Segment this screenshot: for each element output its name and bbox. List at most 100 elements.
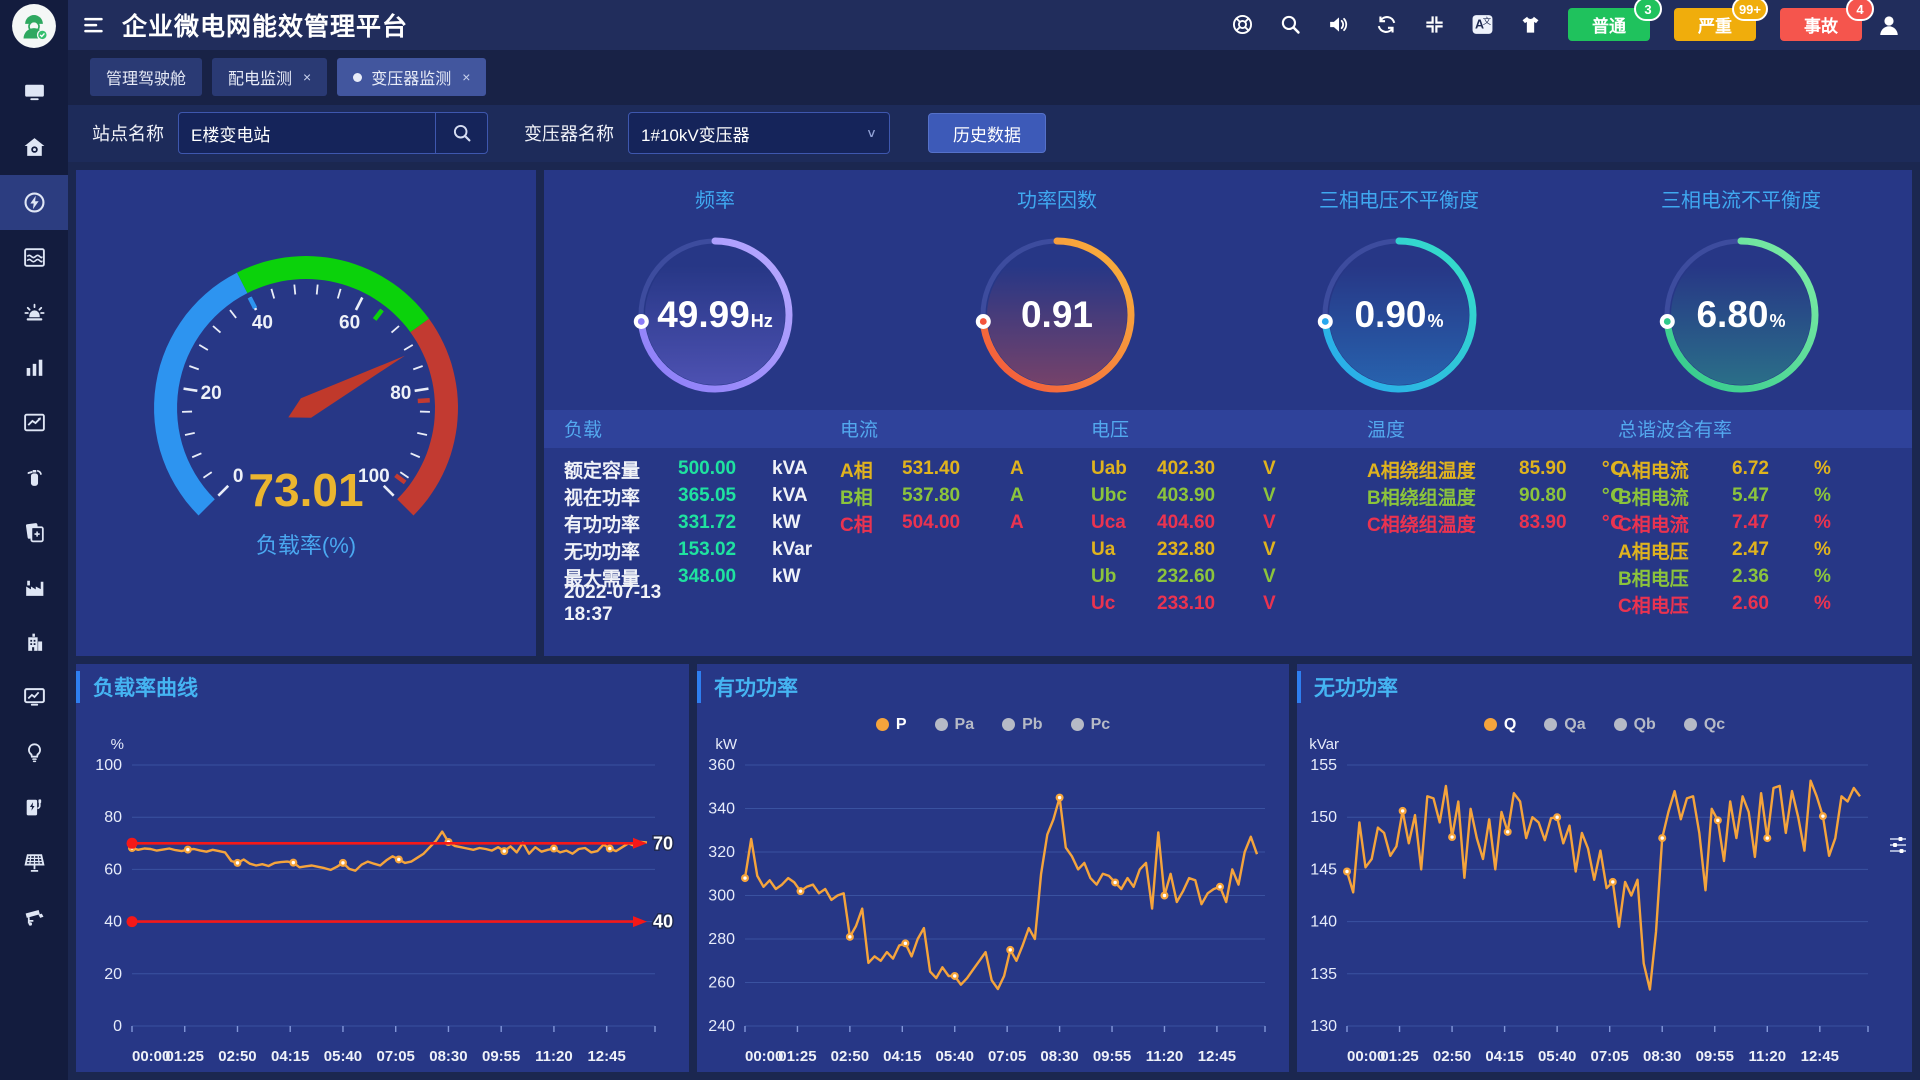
legend-item-Qc[interactable]: Qc [1684, 716, 1725, 734]
legend-item-Q[interactable]: Q [1484, 716, 1516, 734]
metrics-table-header: 负载电流电压温度总谐波含有率 [544, 410, 1912, 448]
tab-管理驾驶舱[interactable]: 管理驾驶舱 [90, 58, 202, 96]
search-icon[interactable] [1279, 13, 1302, 36]
sidebar-item-bulb[interactable] [0, 725, 68, 780]
sidebar-item-cctv-camera[interactable] [0, 890, 68, 945]
transformer-name-label: 变压器名称 [524, 120, 614, 146]
sidebar-item-solar-panel[interactable] [0, 835, 68, 890]
sidebar-item-building[interactable] [0, 615, 68, 670]
alarm-badge[interactable]: 严重99+ [1674, 8, 1756, 41]
column-header: 电流 [840, 415, 1091, 442]
x-axis-label: 11:20 [535, 1048, 573, 1065]
metric-unit: % [1814, 593, 1831, 615]
metric-value: 365.05 [678, 485, 756, 507]
x-axis-label: 11:20 [1146, 1048, 1184, 1065]
alarm-badge[interactable]: 事故4 [1780, 8, 1862, 41]
load-rate-curve-panel: 负载率曲线020406080100%00:0001:2502:5004:1505… [76, 664, 689, 1072]
tab-label: 配电监测 [228, 65, 292, 89]
metric-unit: kW [772, 566, 801, 588]
help-ring-icon[interactable] [1231, 13, 1254, 36]
metric-label: Ubc [1091, 485, 1143, 507]
metric-value: 232.80 [1157, 539, 1247, 561]
alarm-badge-count: 3 [1634, 0, 1662, 21]
app-logo[interactable] [11, 3, 57, 49]
y-axis-label: 0 [113, 1018, 122, 1035]
sidebar-item-trend-chart[interactable] [0, 395, 68, 450]
metric-unit: V [1263, 458, 1276, 480]
sidebar-item-bar-chart[interactable] [0, 340, 68, 395]
metric-value: 153.02 [678, 539, 756, 561]
x-axis-label: 01:25 [1380, 1048, 1418, 1065]
datazoom-slider-icon[interactable] [1888, 834, 1908, 856]
sidebar-item-monitor-dashboard[interactable] [0, 65, 68, 120]
series-line [132, 832, 647, 871]
speaker-icon[interactable] [1327, 13, 1350, 36]
header-tools: A文 [1231, 13, 1542, 36]
legend-label: Qb [1634, 716, 1656, 734]
search-button[interactable] [435, 113, 487, 153]
y-axis-label: 340 [708, 800, 735, 817]
line-chart: 240260280300320340360kW00:0001:2502:5004… [697, 710, 1289, 1071]
legend-dot [1684, 718, 1697, 731]
refresh-icon[interactable] [1375, 13, 1398, 36]
site-name-label: 站点名称 [92, 120, 164, 146]
screen-trend-icon [22, 685, 47, 710]
sidebar-item-hydro-chart[interactable] [0, 230, 68, 285]
legend-item-P[interactable]: P [876, 716, 907, 734]
translate-icon[interactable]: A文 [1471, 13, 1494, 36]
chart-legend: Q Qa Qb Qc [1297, 716, 1912, 734]
transformer-select[interactable]: 1#10kV变压器 ∨ [628, 112, 890, 154]
tab-变压器监测[interactable]: 变压器监测× [337, 58, 486, 96]
tab-close-icon[interactable]: × [462, 69, 470, 85]
legend-item-Pa[interactable]: Pa [935, 716, 975, 734]
theme-shirt-icon[interactable] [1519, 13, 1542, 36]
y-axis-label: 155 [1310, 757, 1337, 774]
chevron-down-icon: ∨ [866, 126, 877, 140]
sidebar-item-power-bolt[interactable] [0, 175, 68, 230]
metric-label: B相绕组温度 [1367, 483, 1505, 510]
sidebar-item-fire-extinguisher[interactable] [0, 450, 68, 505]
sidebar-item-report-search[interactable] [0, 505, 68, 560]
legend-item-Qa[interactable]: Qa [1544, 716, 1585, 734]
legend-label: Pb [1022, 716, 1042, 734]
x-axis-label: 04:15 [883, 1048, 921, 1065]
metric-value: 531.40 [902, 458, 994, 480]
x-axis-label: 05:40 [936, 1048, 974, 1065]
metric-row: Uab402.30V [1091, 456, 1367, 483]
active-power-panel: 有功功率PPaPbPc240260280300320340360kW00:000… [697, 664, 1289, 1072]
legend-item-Qb[interactable]: Qb [1614, 716, 1656, 734]
legend-label: Qa [1564, 716, 1585, 734]
site-search-input[interactable] [179, 113, 435, 153]
panel-accent-bar [697, 671, 701, 703]
sidebar-item-home-energy[interactable] [0, 120, 68, 175]
active-tab-dot [353, 73, 362, 82]
metric-row: C相绕组温度83.90℃ [1367, 510, 1618, 537]
metric-value: 504.00 [902, 512, 994, 534]
compress-icon[interactable] [1423, 13, 1446, 36]
filter-bar: 站点名称 变压器名称 1#10kV变压器 ∨ 历史数据 [68, 105, 1920, 162]
history-data-button[interactable]: 历史数据 [928, 113, 1046, 153]
sidebar-item-ev-charger[interactable] [0, 780, 68, 835]
bulb-icon [22, 740, 47, 765]
menu-toggle-icon[interactable] [82, 13, 106, 37]
legend-item-Pb[interactable]: Pb [1002, 716, 1042, 734]
tab-close-icon[interactable]: × [303, 69, 311, 85]
metric-unit: kVar [772, 539, 812, 561]
legend-item-Pc[interactable]: Pc [1071, 716, 1111, 734]
alarm-badge[interactable]: 普通3 [1568, 8, 1650, 41]
metric-label: B相 [840, 483, 888, 510]
svg-text:文: 文 [1483, 16, 1492, 26]
site-search-box [178, 112, 488, 154]
sidebar-item-alarm-siren[interactable] [0, 285, 68, 340]
user-icon[interactable] [1876, 12, 1902, 38]
metric-value: 403.90 [1157, 485, 1247, 507]
legend-label: Pa [955, 716, 975, 734]
x-axis-label: 02:50 [1433, 1048, 1471, 1065]
tab-配电监测[interactable]: 配电监测 × [212, 58, 327, 96]
ring-gauge-title: 频率 [544, 184, 886, 212]
x-axis-label: 05:40 [1538, 1048, 1576, 1065]
y-axis-label: 320 [708, 844, 735, 861]
metric-row: 视在功率365.05kVA [564, 483, 840, 510]
sidebar-item-factory[interactable] [0, 560, 68, 615]
sidebar-item-screen-trend[interactable] [0, 670, 68, 725]
